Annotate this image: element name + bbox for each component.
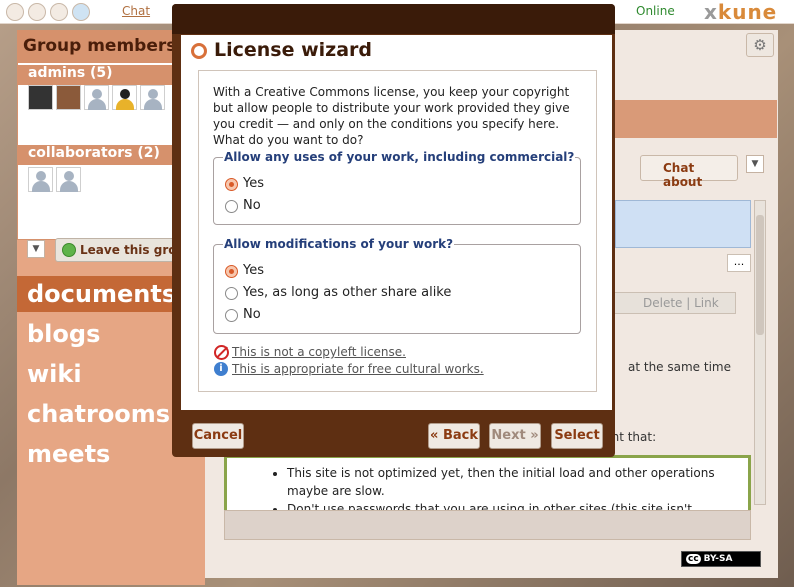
- intro-text: With a Creative Commons license, you kee…: [213, 85, 570, 147]
- commercial-no-label[interactable]: No: [243, 198, 261, 213]
- chevron-down-icon[interactable]: ▼: [746, 155, 764, 173]
- license-icon: [191, 43, 207, 59]
- cancel-button[interactable]: Cancel: [192, 423, 244, 449]
- avatar[interactable]: [140, 85, 165, 110]
- online-status[interactable]: Online: [636, 4, 675, 18]
- delete-link-bar[interactable]: Delete | Link: [612, 292, 736, 314]
- avatar[interactable]: [56, 167, 81, 192]
- free-cultural-note[interactable]: This is appropriate for free cultural wo…: [232, 362, 484, 376]
- next-button[interactable]: Next »: [489, 423, 541, 449]
- commercial-yes-radio[interactable]: [225, 178, 238, 191]
- modifications-legend: Allow modifications of your work?: [223, 237, 455, 251]
- avatar[interactable]: [84, 85, 109, 110]
- license-badge[interactable]: cc BY-SA: [681, 551, 761, 567]
- modifications-sharealike-radio[interactable]: [225, 287, 238, 300]
- globe-icon[interactable]: [72, 3, 90, 21]
- scrollbar[interactable]: [754, 200, 766, 505]
- avatar[interactable]: [56, 85, 81, 110]
- more-options-button[interactable]: ...: [727, 254, 751, 272]
- back-button[interactable]: « Back: [428, 423, 480, 449]
- commercial-no-radio[interactable]: [225, 200, 238, 213]
- content-editor: This site is not optimized yet, then the…: [224, 455, 751, 510]
- selected-row[interactable]: [615, 200, 751, 248]
- home-icon[interactable]: [6, 3, 24, 21]
- chat-link[interactable]: Chat: [122, 4, 150, 18]
- copyleft-note[interactable]: This is not a copyleft license.: [232, 345, 406, 359]
- dialog-top-strip: [172, 4, 615, 34]
- commercial-yes-label[interactable]: Yes: [243, 176, 264, 191]
- no-copyleft-icon: [214, 345, 229, 360]
- info-icon: i: [214, 362, 228, 376]
- modifications-sharealike-label[interactable]: Yes, as long as other share alike: [243, 285, 451, 300]
- check-icon: [62, 243, 76, 257]
- avatar[interactable]: [112, 85, 137, 110]
- modifications-no-label[interactable]: No: [243, 307, 261, 322]
- avatar[interactable]: [28, 85, 53, 110]
- kune-logo: xkune: [704, 0, 778, 24]
- list-item: Don't use passwords that you are using i…: [287, 500, 748, 510]
- content-text-fragment: at the same time: [628, 360, 731, 374]
- list-item: This site is not optimized yet, then the…: [287, 464, 748, 500]
- commercial-use-legend: Allow any uses of your work, including c…: [223, 150, 576, 164]
- gear-icon[interactable]: ⚙: [746, 33, 774, 57]
- dialog-title: License wizard: [214, 39, 373, 61]
- chevron-down-icon[interactable]: ▼: [27, 240, 45, 258]
- palette-icon[interactable]: [50, 3, 68, 21]
- select-button[interactable]: Select: [551, 423, 603, 449]
- modifications-yes-radio[interactable]: [225, 265, 238, 278]
- chat-about-button[interactable]: Chat about: [640, 155, 738, 189]
- content-footer: [224, 510, 751, 540]
- circle-icon[interactable]: [28, 3, 46, 21]
- avatar[interactable]: [28, 167, 53, 192]
- modifications-no-radio[interactable]: [225, 309, 238, 322]
- commercial-use-fieldset: [213, 157, 581, 225]
- modifications-yes-label[interactable]: Yes: [243, 263, 264, 278]
